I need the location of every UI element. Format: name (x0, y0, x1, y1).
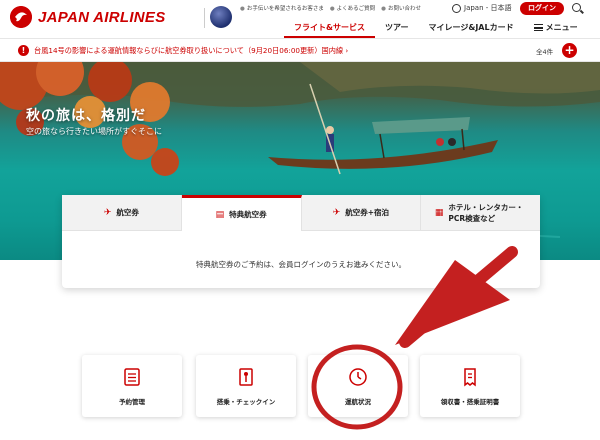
hamburger-menu-icon (533, 24, 543, 31)
hotel-icon: ▦ (434, 207, 444, 218)
notice-bar: ! 台風14号の影響による運航情報ならびに航空券取り扱いについて（9月20日06… (0, 38, 600, 62)
main-nav: フライト&サービス ツアー マイレージ&JALカード メニュー (284, 20, 588, 38)
nav-mileage-card[interactable]: マイレージ&JALカード (419, 20, 524, 38)
airplane-icon: ✈ (103, 207, 112, 218)
chat-icon: ● (381, 6, 386, 12)
plane-hotel-icon: ✈ (332, 207, 341, 218)
quick-link-flight-status[interactable]: 運航状況 (308, 355, 408, 417)
award-ticket-icon: ▤ (215, 209, 225, 220)
notice-link[interactable]: 台風14号の影響による運航情報ならびに航空券取り扱いについて（9月20日06:0… (34, 46, 348, 56)
hero-subtitle: 空の旅なら行きたい場所がすぐそこに (26, 127, 162, 136)
person-icon: ● (240, 6, 245, 12)
util-link-faq[interactable]: ● よくあるご質問 (330, 4, 375, 12)
quick-link-receipt[interactable]: 領収書・搭乗証明書 (420, 355, 520, 417)
header-divider (204, 8, 205, 28)
receipt-icon (464, 368, 476, 387)
hero-title: 秋の旅は、格別だ (26, 108, 146, 124)
quick-link-label: 領収書・搭乗証明書 (440, 398, 500, 406)
oneworld-logo-icon (210, 6, 232, 28)
globe-icon (452, 3, 461, 13)
quick-link-reservation[interactable]: 予約管理 (82, 355, 182, 417)
warning-icon: ! (18, 45, 29, 56)
expand-notices-button[interactable]: + (562, 43, 577, 58)
tab-flight[interactable]: ✈ 航空券 (62, 195, 182, 231)
tab-hotel-rental[interactable]: ▦ ホテル・レンタカー・PCR検査など (421, 195, 540, 231)
question-icon: ● (329, 6, 335, 12)
notice-count: 全4件 (536, 48, 554, 56)
booking-tabs: ✈ 航空券 ▤ 特典航空券 ✈ 航空券+宿泊 ▦ ホテル・レンタカー・PCR検査… (62, 195, 540, 231)
util-link-contact[interactable]: ● お問い合わせ (381, 4, 421, 12)
login-button[interactable]: ログイン (520, 2, 564, 15)
nav-flight-services[interactable]: フライト&サービス (284, 20, 375, 38)
jal-crane-logo-icon[interactable] (10, 6, 32, 28)
brand-name[interactable]: JAPAN AIRLINES (38, 9, 166, 26)
booking-panel: ✈ 航空券 ▤ 特典航空券 ✈ 航空券+宿泊 ▦ ホテル・レンタカー・PCR検査… (62, 195, 540, 288)
reservation-list-icon (124, 368, 140, 386)
clock-icon (349, 368, 367, 386)
util-link-assistance[interactable]: ● お手伝いを希望されるお客さま (240, 4, 324, 12)
quick-link-label: 搭乗・チェックイン (216, 398, 276, 406)
utility-links: ● お手伝いを希望されるお客さま ● よくあるご質問 ● お問い合わせ (240, 4, 421, 12)
tab-flight-hotel[interactable]: ✈ 航空券+宿泊 (301, 195, 422, 231)
search-icon[interactable] (572, 3, 581, 12)
quick-link-label: 運航状況 (345, 398, 371, 406)
quick-link-label: 予約管理 (119, 398, 145, 406)
nav-menu[interactable]: メニュー (524, 20, 588, 38)
nav-tours[interactable]: ツアー (375, 20, 419, 38)
boarding-gate-icon (239, 368, 253, 386)
language-selector[interactable]: Japan - 日本語 (452, 3, 512, 13)
site-header: JAPAN AIRLINES ● お手伝いを希望されるお客さま ● よくあるご質問 … (0, 0, 600, 38)
login-required-message: 特典航空券のご予約は、会員ログインのうえお進みください。 (196, 260, 406, 269)
tab-award-ticket[interactable]: ▤ 特典航空券 (181, 195, 302, 231)
language-label: Japan - 日本語 (464, 4, 512, 12)
quick-link-boarding[interactable]: 搭乗・チェックイン (196, 355, 296, 417)
